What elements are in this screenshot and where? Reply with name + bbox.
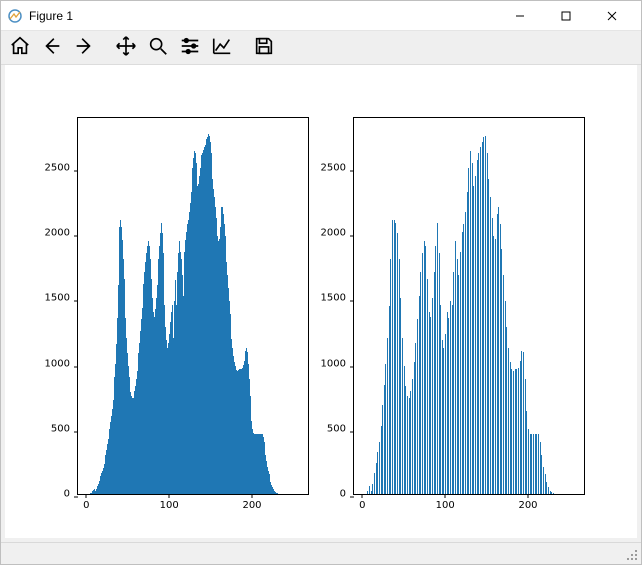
zoom-button[interactable] (143, 33, 173, 63)
close-button[interactable] (589, 1, 635, 31)
ytick-label: 0 (64, 489, 70, 500)
chart-line-icon (211, 35, 233, 60)
save-button[interactable] (249, 33, 279, 63)
ytick-label: 2000 (321, 228, 346, 239)
ytick-label: 1500 (45, 293, 70, 304)
size-grip-icon[interactable] (625, 548, 639, 562)
xtick-label: 200 (242, 500, 261, 511)
xtick-label: 200 (518, 500, 537, 511)
axes-1: 050010001500200025000100200 (77, 117, 309, 495)
home-button[interactable] (5, 33, 35, 63)
back-button[interactable] (37, 33, 67, 63)
home-icon (9, 35, 31, 60)
titlebar: Figure 1 (1, 1, 641, 31)
ytick-label: 0 (340, 489, 346, 500)
figure-window: Figure 1 (0, 0, 642, 565)
move-icon (115, 35, 137, 60)
xtick-label: 100 (436, 500, 455, 511)
ytick-label: 2500 (321, 163, 346, 174)
ytick-label: 1500 (321, 293, 346, 304)
ytick-label: 500 (51, 423, 70, 434)
sliders-icon (179, 35, 201, 60)
statusbar (1, 542, 641, 564)
save-icon (253, 35, 275, 60)
forward-button[interactable] (69, 33, 99, 63)
ytick-label: 1000 (45, 358, 70, 369)
pan-button[interactable] (111, 33, 141, 63)
arrow-left-icon (41, 35, 63, 60)
ytick-label: 1000 (321, 358, 346, 369)
edit-axis-button[interactable] (207, 33, 237, 63)
xtick-label: 100 (160, 500, 179, 511)
toolbar (1, 31, 641, 65)
ytick-label: 2500 (45, 163, 70, 174)
zoom-icon (147, 35, 169, 60)
window-title: Figure 1 (29, 9, 73, 23)
arrow-right-icon (73, 35, 95, 60)
xtick-label: 0 (359, 500, 365, 511)
xtick-label: 0 (83, 500, 89, 511)
figure-canvas[interactable]: 0500100015002000250001002000500100015002… (5, 65, 637, 538)
ytick-label: 500 (327, 423, 346, 434)
configure-subplots-button[interactable] (175, 33, 205, 63)
minimize-button[interactable] (497, 1, 543, 31)
app-icon (7, 8, 23, 24)
ytick-label: 2000 (45, 228, 70, 239)
maximize-button[interactable] (543, 1, 589, 31)
axes-2: 050010001500200025000100200 (353, 117, 585, 495)
